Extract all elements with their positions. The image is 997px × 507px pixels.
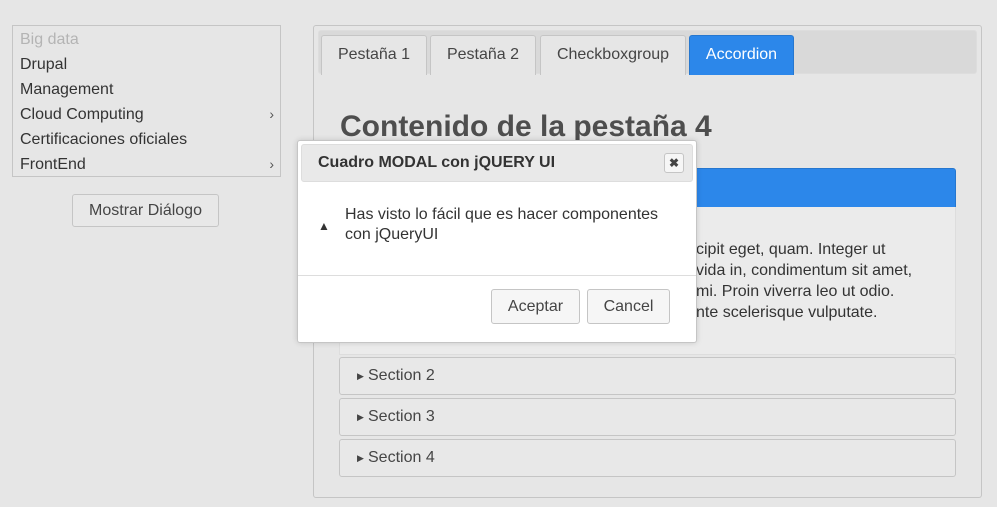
triangle-right-icon: ▶ bbox=[357, 412, 364, 422]
accept-button[interactable]: Aceptar bbox=[491, 289, 580, 324]
accordion-header-label: Section 4 bbox=[368, 449, 435, 466]
tab-pestana-1[interactable]: Pestaña 1 bbox=[321, 35, 427, 75]
menu-item-label: Cloud Computing bbox=[20, 106, 144, 123]
triangle-right-icon: ▶ bbox=[357, 371, 364, 381]
dialog-message: Has visto lo fácil que es hacer componen… bbox=[345, 206, 659, 243]
menu-item-cloud-computing[interactable]: Cloud Computing › bbox=[13, 102, 280, 127]
menu-item-management[interactable]: Management bbox=[13, 77, 280, 102]
show-dialog-button[interactable]: Mostrar Diálogo bbox=[72, 194, 219, 227]
chevron-right-icon: › bbox=[269, 156, 274, 172]
cancel-button[interactable]: Cancel bbox=[587, 289, 670, 324]
accordion-header-section-4[interactable]: ▶ Section 4 bbox=[339, 439, 956, 477]
menu-item-label: Certificaciones oficiales bbox=[20, 131, 188, 148]
left-menu: Big data Drupal Management Cloud Computi… bbox=[12, 25, 281, 177]
tab-accordion[interactable]: Accordion bbox=[689, 35, 794, 75]
panel-text-line: mi. Proin viverra leo ut odio. bbox=[696, 283, 895, 300]
tab-pestana-2[interactable]: Pestaña 2 bbox=[430, 35, 536, 75]
menu-item-label: Drupal bbox=[20, 56, 68, 73]
tab-nav: Pestaña 1 Pestaña 2 Checkboxgroup Accord… bbox=[318, 30, 977, 75]
close-icon[interactable]: ✖ bbox=[664, 153, 684, 173]
triangle-right-icon: ▶ bbox=[357, 453, 364, 463]
accordion-header-section-3[interactable]: ▶ Section 3 bbox=[339, 398, 956, 436]
dialog-title: Cuadro MODAL con jQUERY UI bbox=[318, 154, 556, 171]
menu-item-certificaciones[interactable]: Certificaciones oficiales bbox=[13, 127, 280, 152]
menu-item-frontend[interactable]: FrontEnd › bbox=[13, 152, 280, 177]
modal-dialog: Cuadro MODAL con jQUERY UI ✖ ▲ Has visto… bbox=[297, 140, 697, 343]
dialog-titlebar[interactable]: Cuadro MODAL con jQUERY UI ✖ bbox=[301, 144, 693, 182]
chevron-right-icon: › bbox=[269, 106, 274, 122]
accordion-header-section-2[interactable]: ▶ Section 2 bbox=[339, 357, 956, 395]
accordion-header-label: Section 2 bbox=[368, 367, 435, 384]
dialog-divider bbox=[298, 275, 696, 276]
menu-item-label: FrontEnd bbox=[20, 156, 86, 173]
panel-text-line: cipit eget, quam. Integer ut bbox=[696, 241, 886, 258]
menu-item-label: Management bbox=[20, 81, 114, 98]
tab-checkboxgroup[interactable]: Checkboxgroup bbox=[540, 35, 686, 75]
menu-item-big-data: Big data bbox=[13, 27, 280, 52]
panel-text-line: vida in, condimentum sit amet, bbox=[696, 262, 913, 279]
panel-text-line: nte scelerisque vulputate. bbox=[696, 304, 878, 321]
menu-item-label: Big data bbox=[20, 31, 79, 48]
accordion-header-label: Section 3 bbox=[368, 408, 435, 425]
page-title: Contenido de la pestaña 4 bbox=[340, 110, 712, 143]
warning-icon: ▲ bbox=[318, 219, 330, 233]
menu-item-drupal[interactable]: Drupal bbox=[13, 52, 280, 77]
